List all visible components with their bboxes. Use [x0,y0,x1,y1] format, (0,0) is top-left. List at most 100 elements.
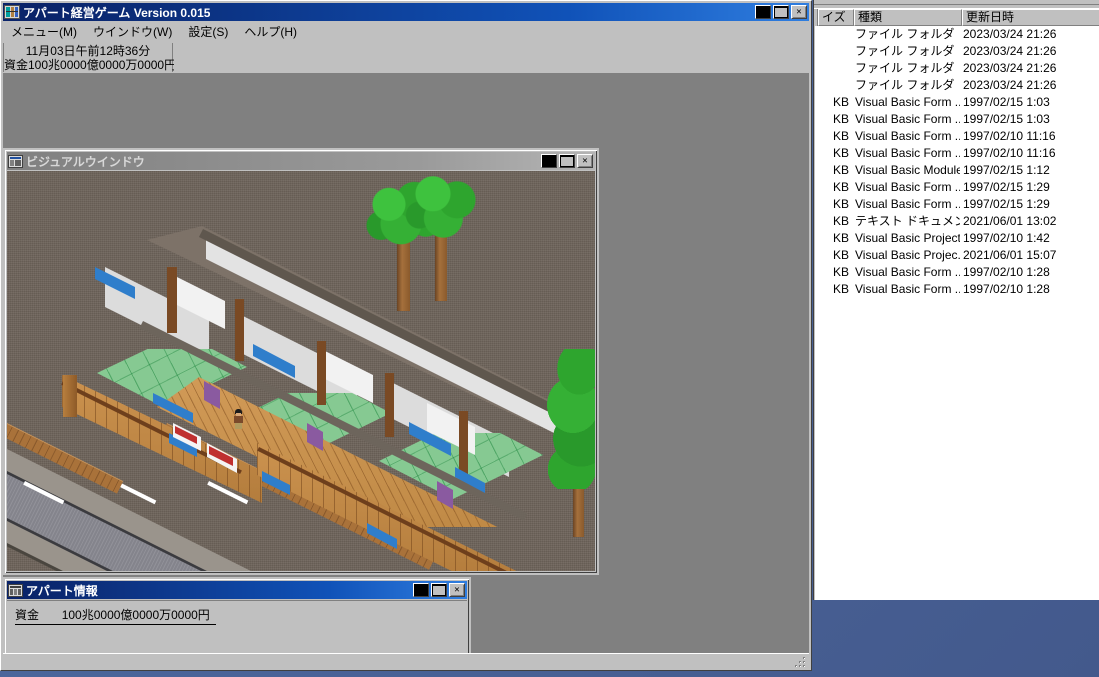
table-row[interactable]: KB Visual Basic Projec... 2021/06/01 15:07 [815,247,1099,264]
cell-type: Visual Basic Form ... [855,265,960,279]
table-row[interactable]: KB テキスト ドキュメント2021/06/01 13:02 [815,213,1099,230]
cell-type: Visual Basic Form ... [855,95,960,109]
cell-type: Visual Basic Form ... [855,112,960,126]
info-window-body: 資金 100兆0000億0000万0000円 [7,600,467,653]
close-button[interactable]: ✕ [791,5,807,19]
isometric-scene-canvas[interactable] [7,171,595,571]
menu-item-window[interactable]: ウインドウ(W) [85,22,180,41]
info-minimize-button[interactable] [413,583,429,597]
cell-size: KB [832,282,849,296]
main-title-bar[interactable]: アパート経営ゲーム Version 0.015 ✕ [3,3,809,21]
cell-size [815,27,849,42]
resize-grip[interactable] [794,656,807,669]
table-row[interactable]: ファイル フォルダ 2023/03/24 21:26 [815,26,1099,43]
visual-window-title: ビジュアルウインドウ [26,154,145,169]
file-list[interactable]: ファイル フォルダ 2023/03/24 21:26 ファイル フォルダ 2023/0… [815,26,1099,600]
visual-minimize-button[interactable] [541,154,557,168]
apartment-info-window[interactable]: アパート情報 ✕ 資金 100兆0000億0000万0000円 [3,577,471,653]
cell-type: Visual Basic Module [855,163,960,177]
maximize-button[interactable] [773,5,789,19]
cell-date: 2023/03/24 21:26 [963,61,1057,75]
cell-date: 1997/02/15 1:29 [963,197,1050,211]
info-window-title-bar[interactable]: アパート情報 ✕ [7,581,467,599]
menu-item-menu[interactable]: メニュー(M) [3,22,85,41]
table-row[interactable]: ファイル フォルダ 2023/03/24 21:26 [815,60,1099,77]
cell-size: KB [832,112,849,126]
menu-item-settings[interactable]: 設定(S) [180,22,236,41]
cell-date: 1997/02/15 1:03 [963,95,1050,109]
cell-date: 1997/02/15 1:12 [963,163,1050,177]
game-money: 資金100兆0000億0000万0000円 [4,58,177,72]
cell-type: Visual Basic Projec... [855,248,960,262]
column-header-size[interactable]: イズ [818,9,854,26]
cell-size: KB [832,129,849,143]
table-row[interactable]: KB Visual Basic Module 1997/02/15 1:12 [815,162,1099,179]
cell-size: KB [832,163,849,177]
table-row[interactable]: KB Visual Basic Form ... 1997/02/15 1:03 [815,111,1099,128]
cell-date: 1997/02/10 1:42 [963,231,1050,245]
cell-date: 1997/02/10 11:16 [963,146,1056,160]
visual-close-button[interactable]: ✕ [577,154,593,168]
cell-size: KB [832,146,849,160]
status-info-strip: 11月03日午前12時36分 資金100兆0000億0000万0000円 [3,43,809,72]
menu-bar[interactable]: メニュー(M) ウインドウ(W) 設定(S) ヘルプ(H) [3,22,809,41]
cell-type: Visual Basic Form ... [855,129,960,143]
menu-item-help[interactable]: ヘルプ(H) [236,22,305,41]
table-row[interactable]: ファイル フォルダ 2023/03/24 21:26 [815,77,1099,94]
cell-size: KB [832,95,849,109]
cell-date: 1997/02/10 1:28 [963,282,1050,296]
table-row[interactable]: KB Visual Basic Form ... 1997/02/10 1:28 [815,281,1099,298]
cell-size: KB [832,214,849,228]
table-row[interactable]: KB Visual Basic Form ... 1997/02/10 11:16 [815,145,1099,162]
cell-type: ファイル フォルダ [855,61,955,75]
window-controls[interactable]: ✕ [755,5,809,19]
cell-date: 2023/03/24 21:26 [963,78,1057,92]
main-status-bar [3,653,809,670]
cell-type: テキスト ドキュメント [855,214,960,228]
table-row[interactable]: KB Visual Basic Form ... 1997/02/15 1:29 [815,179,1099,196]
minimize-button[interactable] [755,5,771,19]
visual-window-controls[interactable]: ✕ [541,154,595,168]
table-row[interactable]: KB Visual Basic Form ... 1997/02/10 1:28 [815,264,1099,281]
cell-type: Visual Basic Form ... [855,197,960,211]
capital-label: 資金 [15,608,40,622]
cell-type: Visual Basic Form ... [855,282,960,296]
visual-window[interactable]: ビジュアルウインドウ ✕ [3,148,599,575]
explorer-toolbar-strip [814,0,1099,9]
visual-window-icon [8,154,23,168]
info-window-controls[interactable]: ✕ [413,583,467,597]
table-row[interactable]: KB Visual Basic Form ... 1997/02/10 11:16 [815,128,1099,145]
game-clock-panel: 11月03日午前12時36分 資金100兆0000億0000万0000円 [3,43,177,72]
table-row[interactable]: KB Visual Basic Form ... 1997/02/15 1:29 [815,196,1099,213]
table-row[interactable]: ファイル フォルダ 2023/03/24 21:26 [815,43,1099,60]
file-explorer-window[interactable]: イズ 種類 更新日時 ファイル フォルダ 2023/03/24 21:26 ファイル… [813,0,1099,600]
visual-window-title-bar[interactable]: ビジュアルウインドウ ✕ [7,152,595,170]
info-close-button[interactable]: ✕ [449,583,465,597]
cell-type: Visual Basic Project [855,231,960,245]
cell-date: 1997/02/15 1:29 [963,180,1050,194]
cell-size: KB [832,248,849,262]
table-row[interactable]: KB Visual Basic Project 1997/02/10 1:42 [815,230,1099,247]
visual-maximize-button[interactable] [559,154,575,168]
main-application-window[interactable]: アパート経営ゲーム Version 0.015 ✕ メニュー(M) ウインドウ(… [0,0,812,671]
cell-type: ファイル フォルダ [855,78,955,92]
tree-3 [547,349,595,539]
tree-layer [7,171,595,571]
table-row[interactable]: KB Visual Basic Form ... 1997/02/15 1:03 [815,94,1099,111]
cell-size: KB [832,231,849,245]
cell-size: KB [832,197,849,211]
cell-size [815,44,849,59]
cell-type: Visual Basic Form ... [855,146,960,160]
mdi-client-area[interactable]: ビジュアルウインドウ ✕ アパート情報 ✕ 資金 100兆0000億0000万0… [3,73,809,653]
column-header-type[interactable]: 種類 [854,9,962,26]
column-header-date[interactable]: 更新日時 [962,9,1099,26]
cell-date: 2023/03/24 21:26 [963,27,1057,41]
cell-date: 2023/03/24 21:26 [963,44,1057,58]
info-maximize-button[interactable] [431,583,447,597]
cell-date: 1997/02/10 11:16 [963,129,1056,143]
status-info-empty [174,43,809,72]
capital-value: 100兆0000億0000万0000円 [61,608,210,622]
app-title: アパート経営ゲーム Version 0.015 [23,5,211,20]
cell-size [815,78,849,93]
cell-type: Visual Basic Form ... [855,180,960,194]
